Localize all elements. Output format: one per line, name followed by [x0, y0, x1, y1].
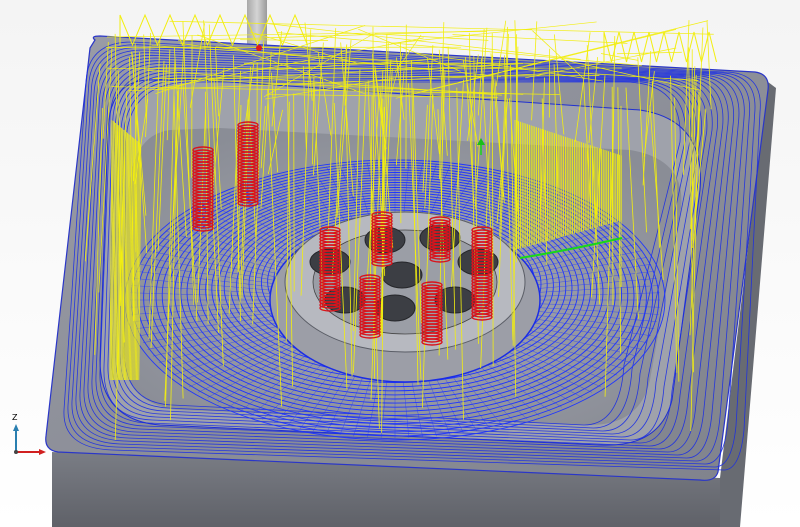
tool-holder — [247, 0, 267, 48]
z-axis-label: Z — [12, 413, 18, 422]
boss-hole — [324, 286, 366, 314]
plunge-helix — [319, 226, 341, 312]
3d-viewport[interactable]: Z X — [0, 0, 800, 527]
toolpath-scene — [13, 0, 776, 527]
link-move — [452, 34, 628, 44]
axis-triad — [13, 424, 46, 455]
boss-hole — [309, 248, 351, 276]
plunge-helix — [237, 121, 259, 207]
tool-tip-marker — [256, 45, 262, 51]
link-move — [106, 31, 487, 38]
plunge-helix — [192, 146, 214, 232]
